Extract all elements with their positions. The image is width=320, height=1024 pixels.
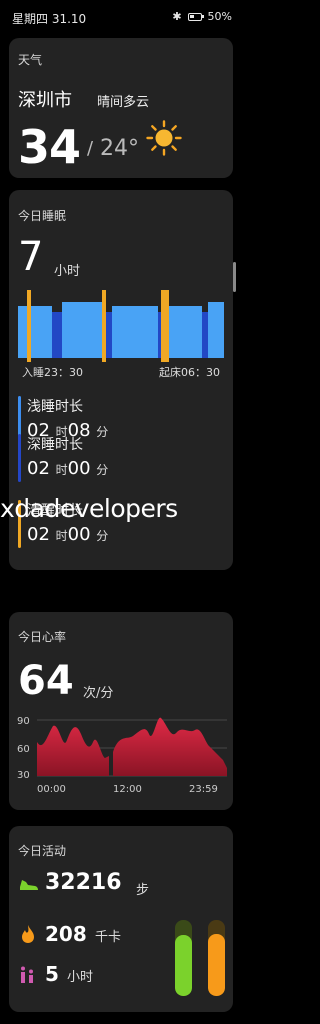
sleep-hours: 7 xyxy=(18,234,44,280)
phase-minutes: 00 xyxy=(67,524,91,545)
phase-label: 浅睡时长 xyxy=(27,399,83,415)
battery-icon xyxy=(187,12,204,21)
activity-card[interactable]: 今日活动 32216 步 208 千卡 5 小时 xyxy=(9,826,233,1012)
hr-x-tick: 00:00 xyxy=(37,784,66,795)
calories-progress-bar xyxy=(208,920,225,996)
sleep-segment-light xyxy=(18,306,52,358)
active-hours-value: 5 xyxy=(45,962,59,986)
weather-temp-separator: / xyxy=(87,138,94,159)
sun-icon xyxy=(146,120,182,156)
phase-hours: 02 xyxy=(27,458,50,479)
steps-value: 32216 xyxy=(45,870,122,895)
phase-minutes-unit: 分 xyxy=(96,463,109,477)
weather-title: 天气 xyxy=(18,53,43,67)
sleep-segment-awake xyxy=(102,290,106,362)
weather-temp-low: 24° xyxy=(100,136,139,161)
weather-temp-high: 34 xyxy=(18,120,81,174)
battery-percent: 50% xyxy=(207,10,232,23)
phase-duration: 02 时00 分 xyxy=(27,458,108,479)
phase-hours-unit: 时 xyxy=(55,463,68,477)
watermark: xdadevelopers xyxy=(0,494,178,523)
status-time: 星期四 31.10 xyxy=(12,12,87,26)
calories-progress-fill xyxy=(208,933,225,996)
hr-x-tick: 12:00 xyxy=(113,784,142,795)
calories-value: 208 xyxy=(45,922,87,946)
phase-label: 深睡时长 xyxy=(27,437,83,453)
sleep-stage-chart xyxy=(18,290,224,362)
heart-rate-card[interactable]: 今日心率 64 次/分 90 60 30 00:00 12:00 23:59 xyxy=(9,612,233,810)
hr-y-tick: 60 xyxy=(17,744,30,755)
sleep-hours-unit: 小时 xyxy=(54,264,81,279)
flame-icon xyxy=(22,925,34,943)
steps-unit: 步 xyxy=(136,883,150,898)
sleep-segment-light xyxy=(208,302,224,358)
hr-y-tick: 30 xyxy=(17,770,30,781)
shoe-icon xyxy=(20,880,38,890)
bluetooth-icon: ✱ xyxy=(172,10,182,23)
weather-city: 深圳市 xyxy=(18,90,72,111)
sleep-segment-deep xyxy=(202,312,208,358)
sleep-segment-light xyxy=(112,306,158,358)
sleep-segment-deep xyxy=(52,312,62,358)
active-hours-unit: 小时 xyxy=(67,970,94,985)
phase-minutes-unit: 分 xyxy=(96,529,109,543)
sleep-segment-awake xyxy=(161,290,169,362)
sleep-title: 今日睡眠 xyxy=(18,209,67,223)
hr-y-tick: 90 xyxy=(17,716,30,727)
phase-minutes-unit: 分 xyxy=(96,425,109,439)
activity-title: 今日活动 xyxy=(18,844,67,858)
hr-area xyxy=(37,717,227,776)
phase-deep-bar xyxy=(18,434,21,482)
calories-unit: 千卡 xyxy=(95,930,122,945)
status-bar: 星期四 31.10 ✱ 50% xyxy=(0,0,242,34)
phase-hours-unit: 时 xyxy=(55,529,68,543)
sleep-segment-awake xyxy=(27,290,31,362)
phase-minutes: 00 xyxy=(67,458,91,479)
heart-rate-chart: 90 60 30 00:00 12:00 23:59 xyxy=(17,716,227,795)
phase-hours: 02 xyxy=(27,524,50,545)
scrollbar[interactable] xyxy=(233,262,236,292)
wake-time: 起床06：30 xyxy=(159,366,220,379)
weather-card[interactable]: 天气 深圳市 晴间多云 34 / 24° xyxy=(9,38,233,178)
steps-progress-fill xyxy=(175,935,192,996)
weather-condition: 晴间多云 xyxy=(97,95,150,110)
status-right: ✱ 50% xyxy=(172,10,232,23)
sleep-segment-light xyxy=(168,306,202,358)
sleep-start-time: 入睡23：30 xyxy=(22,366,83,379)
hr-x-tick: 23:59 xyxy=(189,784,218,795)
heart-rate-value: 64 xyxy=(18,658,74,704)
sleep-segment-light xyxy=(62,302,102,358)
steps-progress-bar xyxy=(175,920,192,996)
phase-duration: 02 时00 分 xyxy=(27,524,108,545)
heart-rate-unit: 次/分 xyxy=(83,686,114,701)
heart-rate-title: 今日心率 xyxy=(18,630,67,644)
standing-person-icon xyxy=(21,966,33,983)
